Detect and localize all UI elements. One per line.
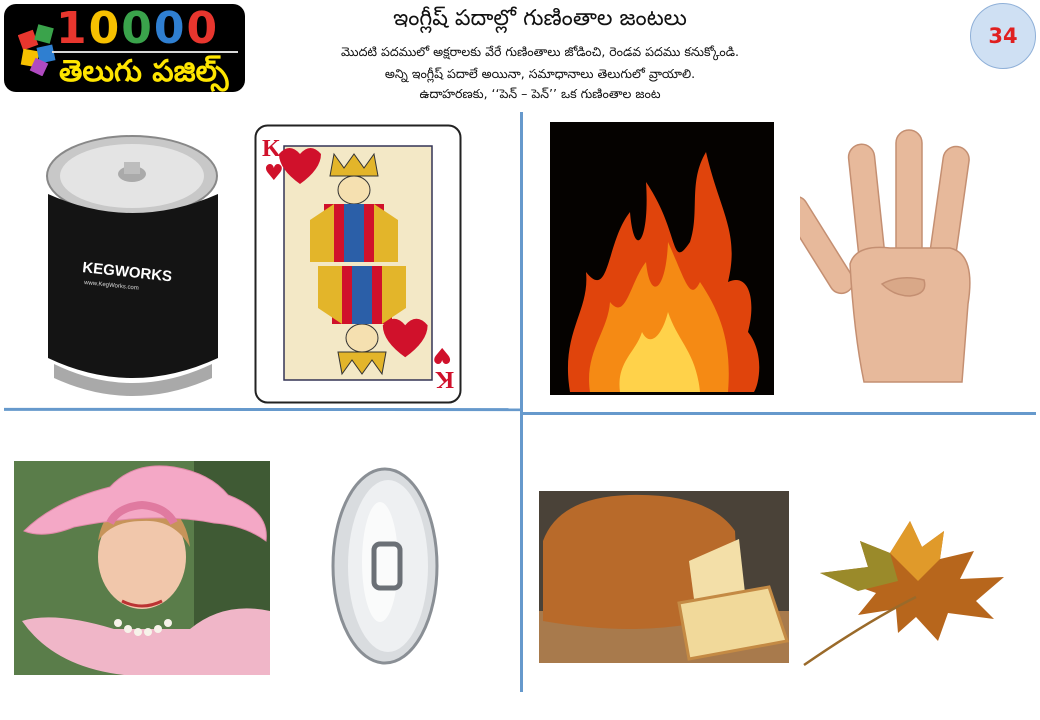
maple-leaf-picture [798, 501, 1022, 669]
logo-number: 10000 [56, 3, 220, 54]
bread-loaf-picture [539, 491, 789, 663]
logo: 10000 తెలుగు పజిల్స్ [4, 4, 245, 92]
logo-divider [52, 51, 238, 53]
keg-picture: KEGWORKS www.KegWorks.com [46, 135, 218, 396]
card-rank-bottom: K [435, 366, 454, 392]
instruction-line-2: అన్ని ఇంగ్లీష్ పదాలే అయినా, సమాధానాలు తె… [384, 66, 696, 81]
vertical-divider [520, 112, 523, 692]
lady-with-hat-picture [14, 461, 270, 675]
card-suit-top: ♥ [264, 161, 284, 186]
fire-picture [550, 122, 774, 395]
page-number: 34 [988, 24, 1018, 48]
logo-subtitle: తెలుగు పజిల్స్ [59, 54, 229, 89]
page-title: ఇంగ్లీష్ పదాల్లో గుణింతాల జంటలు [393, 6, 687, 31]
four-fingers-hand-picture [800, 124, 1035, 386]
page-number-badge: 34 [970, 3, 1036, 69]
king-of-hearts-card: K ♥ K ♥ [254, 124, 462, 404]
horizontal-divider-left [3, 407, 523, 412]
card-suit-bottom: ♥ [432, 342, 452, 367]
pan-lid-picture [331, 467, 439, 665]
instruction-line-3: ఉదాహరణకు, ‘‘పెన్ – పెన్’’ ఒక గుణింతాల జం… [419, 86, 661, 101]
horizontal-divider-right [522, 412, 1036, 415]
instruction-line-1: మొదటి పదములో అక్షరాలకు వేరే గుణింతాలు జో… [341, 44, 739, 59]
card-rank-top: K [262, 136, 281, 162]
